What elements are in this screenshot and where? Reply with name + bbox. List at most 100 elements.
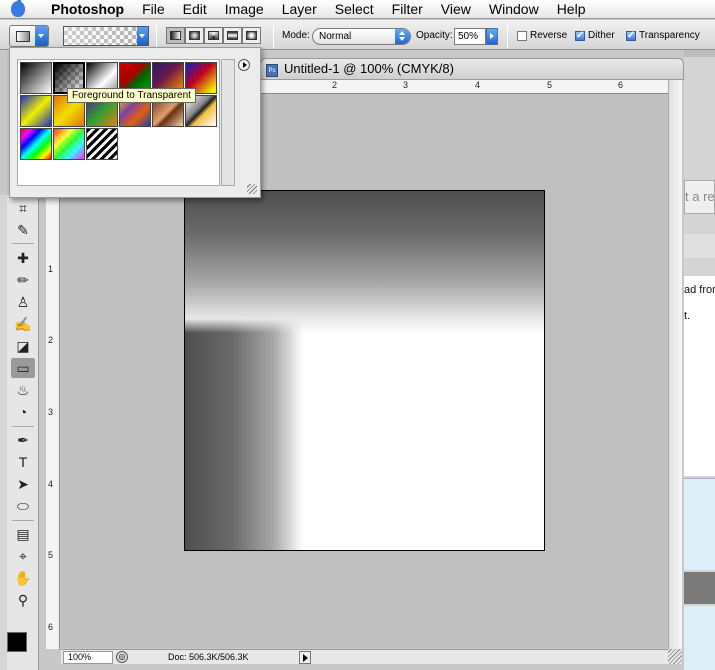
zoom-field[interactable]: 100% <box>63 651 113 664</box>
toolbox: ⌗ ✎ ✚ ✏ ♙ ✍ ◪ ▭ ♨ ◔ ✒ T ➤ ⬭ ▤ ⌖ ✋ ⚲ <box>7 195 39 670</box>
linear-gradient-button[interactable] <box>166 27 185 44</box>
gradient-tool-icon <box>16 30 30 42</box>
hand-tool-icon[interactable]: ✋ <box>11 568 35 588</box>
document-title: Untitled-1 @ 100% (CMYK/8) <box>284 61 454 76</box>
notes-tool-icon[interactable]: ▤ <box>11 524 35 544</box>
gradient-swatch[interactable] <box>86 128 118 160</box>
gradient-picker-button[interactable] <box>63 26 149 46</box>
partial-text: ad fron <box>684 284 715 296</box>
options-bar: Mode: Normal Opacity: 50% Reverse ✓ Dith… <box>0 20 715 50</box>
crop-tool-icon[interactable]: ⌗ <box>11 198 35 218</box>
slice-tool-icon[interactable]: ✎ <box>11 220 35 240</box>
transparency-checkbox[interactable]: ✓ Transparency <box>626 30 700 41</box>
vertical-scrollbar[interactable] <box>668 80 682 650</box>
opacity-field[interactable]: 50% <box>454 28 486 45</box>
gradient-swatch[interactable] <box>53 128 85 160</box>
eyedropper-tool-icon[interactable]: ⌖ <box>11 546 35 566</box>
popup-resize-grip[interactable] <box>247 184 257 194</box>
clone-stamp-icon[interactable]: ♙ <box>11 292 35 312</box>
eraser-tool-icon[interactable]: ◪ <box>11 336 35 356</box>
checkmark-icon: ✓ <box>575 29 585 41</box>
menu-edit[interactable]: Edit <box>174 0 216 19</box>
ruler-label: 1 <box>48 264 54 274</box>
menu-filter[interactable]: Filter <box>383 0 432 19</box>
gradient-picker-popup <box>9 47 261 198</box>
gradient-tool-icon[interactable]: ▭ <box>11 358 35 378</box>
ruler-label: 2 <box>332 80 338 90</box>
zoom-tool-icon[interactable]: ⚲ <box>11 590 35 610</box>
menu-window[interactable]: Window <box>480 0 548 19</box>
image-canvas[interactable] <box>184 190 545 551</box>
reverse-checkbox[interactable]: Reverse <box>517 30 567 41</box>
angle-gradient-button[interactable] <box>204 27 223 44</box>
menu-view[interactable]: View <box>432 0 480 19</box>
gradient-swatch[interactable] <box>20 95 52 127</box>
path-selection-icon[interactable]: ➤ <box>11 474 35 494</box>
partial-text: t a re <box>685 189 715 204</box>
apple-menu[interactable] <box>0 0 36 19</box>
type-tool-icon[interactable]: T <box>11 452 35 472</box>
ruler-label: 4 <box>48 479 54 489</box>
partial-text: t. <box>684 310 691 322</box>
popup-menu-button[interactable] <box>238 59 250 71</box>
reverse-label: Reverse <box>530 30 568 41</box>
menu-image[interactable]: Image <box>216 0 273 19</box>
ruler-label: 6 <box>48 622 54 632</box>
ruler-label: 3 <box>403 80 409 90</box>
menu-photoshop[interactable]: Photoshop <box>36 0 133 19</box>
ruler-label: 6 <box>618 80 624 90</box>
dodge-tool-icon[interactable]: ◔ <box>11 402 35 422</box>
gradient-swatch[interactable] <box>20 62 52 94</box>
ruler-label: 3 <box>48 407 54 417</box>
radial-gradient-icon <box>189 31 200 40</box>
mode-select[interactable]: Normal <box>312 28 411 45</box>
divider <box>507 24 508 48</box>
transparency-label: Transparency <box>639 30 700 41</box>
reflected-gradient-button[interactable] <box>223 27 242 44</box>
dither-label: Dither <box>588 30 615 41</box>
checkmark-icon: ✓ <box>626 29 636 41</box>
diamond-gradient-icon <box>246 31 257 40</box>
menu-layer[interactable]: Layer <box>273 0 326 19</box>
gradient-swatch[interactable] <box>20 128 52 160</box>
gradient-type-group <box>166 27 261 44</box>
resize-grip[interactable] <box>668 649 682 664</box>
gradient-tooltip: Foreground to Transparent <box>67 88 196 103</box>
chevron-down-icon <box>137 27 148 45</box>
foreground-color-swatch[interactable] <box>7 632 27 652</box>
version-cue-icon[interactable]: ◎ <box>116 651 128 663</box>
ruler-label: 5 <box>547 80 553 90</box>
dither-checkbox[interactable]: ✓ Dither <box>575 30 615 41</box>
menu-file[interactable]: File <box>133 0 174 19</box>
history-brush-icon[interactable]: ✍ <box>11 314 35 334</box>
document-title-bar[interactable]: Ps Untitled-1 @ 100% (CMYK/8) <box>260 58 684 80</box>
menu-bar: Photoshop File Edit Image Layer Select F… <box>0 0 715 19</box>
ruler-label: 2 <box>48 335 54 345</box>
radial-gradient-button[interactable] <box>185 27 204 44</box>
mode-label: Mode: <box>282 30 310 41</box>
opacity-slider-button[interactable] <box>486 28 498 45</box>
document-size: Doc: 506.3K/506.3K <box>168 652 249 662</box>
linear-gradient-icon <box>170 31 181 40</box>
blur-tool-icon[interactable]: ♨ <box>11 380 35 400</box>
status-bar: 100% ◎ Doc: 506.3K/506.3K <box>61 649 682 664</box>
menu-select[interactable]: Select <box>326 0 383 19</box>
photoshop-doc-icon: Ps <box>266 64 278 77</box>
checkbox-box <box>517 30 527 41</box>
ellipse-tool-icon[interactable]: ⬭ <box>11 496 35 516</box>
status-menu-button[interactable] <box>299 651 311 664</box>
angle-gradient-icon <box>208 31 219 40</box>
diamond-gradient-button[interactable] <box>242 27 261 44</box>
horizontal-gradient-fill <box>185 191 544 333</box>
gradient-swatch-grid <box>17 59 220 186</box>
reflected-gradient-icon <box>227 31 238 40</box>
menu-help[interactable]: Help <box>548 0 595 19</box>
chevron-down-icon <box>35 26 48 46</box>
brush-tool-icon[interactable]: ✏ <box>11 270 35 290</box>
divider <box>273 24 274 48</box>
popup-scrollbar[interactable] <box>221 59 235 186</box>
healing-brush-icon[interactable]: ✚ <box>11 248 35 268</box>
pen-tool-icon[interactable]: ✒ <box>11 430 35 450</box>
background-window: t a re ad fron t. <box>684 50 715 670</box>
tool-preset-picker[interactable] <box>9 25 49 47</box>
